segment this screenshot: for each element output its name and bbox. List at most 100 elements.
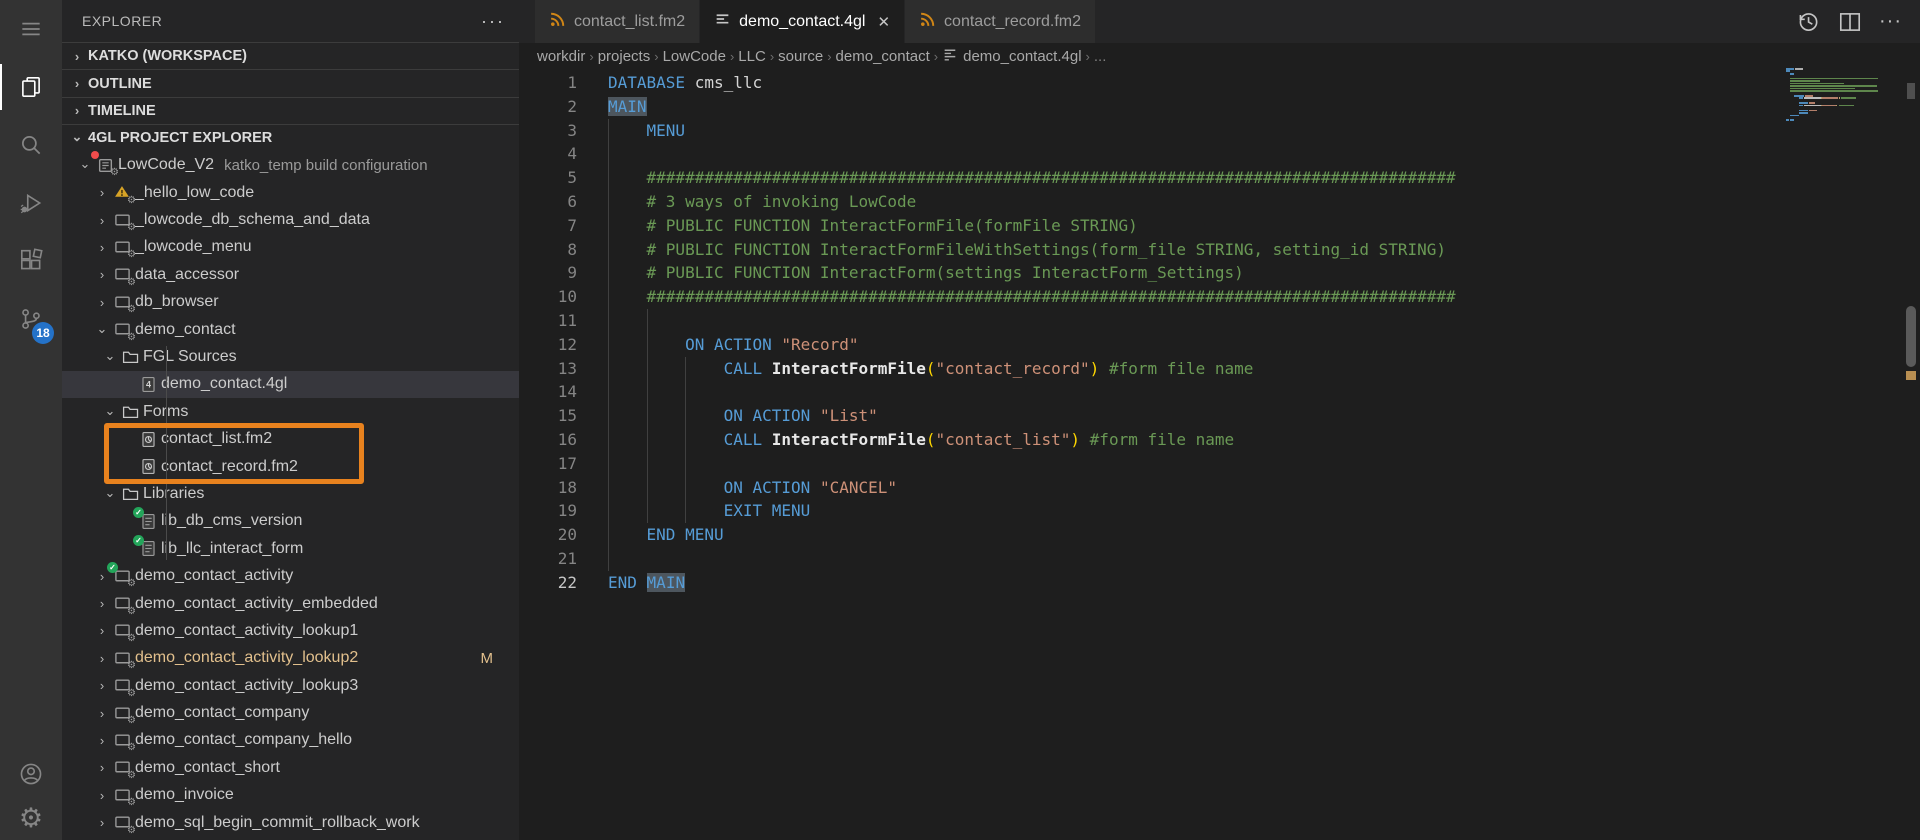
tree-item-demo-contact-activity-embedded[interactable]: ›⚙demo_contact_activity_embedded	[62, 590, 519, 617]
chevron-down-icon[interactable]: ⌄	[101, 403, 119, 419]
code-line-7[interactable]: 7 # PUBLIC FUNCTION InteractFormFile(for…	[519, 214, 1920, 238]
tree-item-lib-db-cms-version[interactable]: ✓lib_db_cms_version	[62, 508, 519, 535]
tab-contact-record-fm2[interactable]: contact_record.fm2	[905, 0, 1096, 43]
chevron-down-icon[interactable]: ⌄	[76, 156, 94, 172]
sidebar-more-actions-icon[interactable]: ···	[481, 11, 505, 32]
tree-item-demo-contact-4gl[interactable]: 4demo_contact.4gl	[62, 371, 519, 398]
line-number[interactable]: 18	[519, 476, 577, 500]
breadcrumb-ellipsis[interactable]: ...	[1094, 48, 1107, 65]
tree-item--lowcode-menu[interactable]: ›⚙_lowcode_menu	[62, 234, 519, 261]
chevron-down-icon[interactable]: ⌄	[101, 485, 119, 501]
chevron-right-icon[interactable]: ›	[93, 678, 111, 693]
line-number[interactable]: 15	[519, 404, 577, 428]
code-line-12[interactable]: 12 ON ACTION "Record"	[519, 333, 1920, 357]
tree-item-demo-sql-begin-commit-rollback-work[interactable]: ›⚙demo_sql_begin_commit_rollback_work	[62, 809, 519, 836]
breadcrumb-item[interactable]: workdir	[537, 48, 585, 65]
activity-item-extensions[interactable]	[0, 232, 62, 290]
tree-item-fgl-sources[interactable]: ⌄FGL Sources	[62, 343, 519, 370]
code-line-8[interactable]: 8 # PUBLIC FUNCTION InteractFormFileWith…	[519, 238, 1920, 262]
tree-item-demo-contact-activity-lookup3[interactable]: ›⚙demo_contact_activity_lookup3	[62, 672, 519, 699]
tab-contact-list-fm2[interactable]: contact_list.fm2	[535, 0, 700, 43]
code-line-22[interactable]: 22END MAIN	[519, 571, 1920, 595]
activity-item-run-debug[interactable]	[0, 174, 62, 232]
line-number[interactable]: 3	[519, 119, 577, 143]
code-line-16[interactable]: 16 CALL InteractFormFile("contact_list")…	[519, 428, 1920, 452]
chevron-down-icon[interactable]: ⌄	[93, 321, 111, 337]
line-number[interactable]: 17	[519, 452, 577, 476]
activity-item-accounts[interactable]	[0, 752, 62, 796]
line-number[interactable]: 11	[519, 309, 577, 333]
tree-item-libraries[interactable]: ⌄Libraries	[62, 480, 519, 507]
tree-item-demo-contact-short[interactable]: ›⚙demo_contact_short	[62, 754, 519, 781]
tree-item-demo-contact[interactable]: ⌄⚙demo_contact	[62, 316, 519, 343]
line-number[interactable]: 21	[519, 547, 577, 571]
tree-item-demo-contact-company-hello[interactable]: ›⚙demo_contact_company_hello	[62, 727, 519, 754]
minimap-scrollbar-thumb[interactable]	[1907, 83, 1915, 99]
activity-item-source-control[interactable]: 18	[0, 290, 62, 348]
split-editor-icon[interactable]	[1837, 9, 1863, 35]
chevron-right-icon[interactable]: ›	[93, 651, 111, 666]
history-icon[interactable]	[1795, 9, 1821, 35]
chevron-right-icon[interactable]: ›	[93, 295, 111, 310]
chevron-right-icon[interactable]: ›	[93, 788, 111, 803]
tab-demo-contact-4gl[interactable]: demo_contact.4gl✕	[700, 0, 905, 43]
chevron-down-icon[interactable]: ⌄	[68, 129, 86, 145]
section-4gl-project-explorer[interactable]: ⌄4GL PROJECT EXPLORER	[62, 124, 519, 151]
line-number[interactable]: 13	[519, 357, 577, 381]
tree-item-data-accessor[interactable]: ›⚙data_accessor	[62, 261, 519, 288]
line-number[interactable]: 20	[519, 523, 577, 547]
more-actions-icon[interactable]: ···	[1879, 10, 1902, 33]
tree-item-lib-llc-interact-form[interactable]: ✓lib_llc_interact_form	[62, 535, 519, 562]
line-number[interactable]: 7	[519, 214, 577, 238]
tree-item-demo-contact-activity-lookup1[interactable]: ›⚙demo_contact_activity_lookup1	[62, 617, 519, 644]
line-number[interactable]: 4	[519, 142, 577, 166]
chevron-down-icon[interactable]: ⌄	[101, 348, 119, 364]
activity-item-explorer[interactable]	[0, 58, 62, 116]
chevron-right-icon[interactable]: ›	[93, 706, 111, 721]
chevron-right-icon[interactable]: ›	[93, 596, 111, 611]
line-number[interactable]: 1	[519, 71, 577, 95]
chevron-right-icon[interactable]: ›	[93, 815, 111, 830]
line-number[interactable]: 22	[519, 571, 577, 595]
chevron-right-icon[interactable]: ›	[93, 213, 111, 228]
line-number[interactable]: 8	[519, 238, 577, 262]
chevron-right-icon[interactable]: ›	[93, 623, 111, 638]
line-number[interactable]: 12	[519, 333, 577, 357]
code-line-14[interactable]: 14	[519, 380, 1920, 404]
minimap[interactable]	[1786, 68, 1892, 126]
chevron-right-icon[interactable]: ›	[68, 103, 86, 118]
section-outline[interactable]: ›OUTLINE	[62, 69, 519, 96]
code-line-21[interactable]: 21	[519, 547, 1920, 571]
code-line-15[interactable]: 15 ON ACTION "List"	[519, 404, 1920, 428]
code-line-18[interactable]: 18 ON ACTION "CANCEL"	[519, 476, 1920, 500]
chevron-right-icon[interactable]: ›	[93, 240, 111, 255]
tree-item--hello-low-code[interactable]: ›⚙_hello_low_code	[62, 179, 519, 206]
code-line-20[interactable]: 20 END MENU	[519, 523, 1920, 547]
line-number[interactable]: 10	[519, 285, 577, 309]
code-line-5[interactable]: 5 ######################################…	[519, 166, 1920, 190]
tree-item-lowcode-v2[interactable]: ⌄⚙LowCode_V2katko_temp build configurati…	[62, 152, 519, 179]
code-editor[interactable]: 1DATABASE cms_llc2MAIN3 MENU45 #########…	[519, 71, 1920, 840]
code-line-1[interactable]: 1DATABASE cms_llc	[519, 71, 1920, 95]
code-line-3[interactable]: 3 MENU	[519, 119, 1920, 143]
section-katko-workspace-[interactable]: ›KATKO (WORKSPACE)	[62, 42, 519, 69]
breadcrumb-item[interactable]: source	[778, 48, 823, 65]
breadcrumb-item[interactable]: projects	[598, 48, 651, 65]
code-line-10[interactable]: 10 #####################################…	[519, 285, 1920, 309]
code-line-2[interactable]: 2MAIN	[519, 95, 1920, 119]
activity-item-search[interactable]	[0, 116, 62, 174]
breadcrumb-file[interactable]: demo_contact.4gl	[942, 46, 1081, 67]
code-line-19[interactable]: 19 EXIT MENU	[519, 499, 1920, 523]
line-number[interactable]: 2	[519, 95, 577, 119]
code-line-6[interactable]: 6 # 3 ways of invoking LowCode	[519, 190, 1920, 214]
code-line-13[interactable]: 13 CALL InteractFormFile("contact_record…	[519, 357, 1920, 381]
chevron-right-icon[interactable]: ›	[68, 49, 86, 64]
tree-item-contact-list-fm2[interactable]: contact_list.fm2	[62, 425, 519, 452]
activity-item-menu[interactable]	[0, 0, 62, 58]
breadcrumb-item[interactable]: LLC	[738, 48, 766, 65]
line-number[interactable]: 9	[519, 261, 577, 285]
chevron-right-icon[interactable]: ›	[68, 76, 86, 91]
tree-item-demo-contact-activity-lookup2[interactable]: ›⚙demo_contact_activity_lookup2M	[62, 645, 519, 672]
code-line-9[interactable]: 9 # PUBLIC FUNCTION InteractForm(setting…	[519, 261, 1920, 285]
tree-item-demo-invoice[interactable]: ›⚙demo_invoice	[62, 782, 519, 809]
